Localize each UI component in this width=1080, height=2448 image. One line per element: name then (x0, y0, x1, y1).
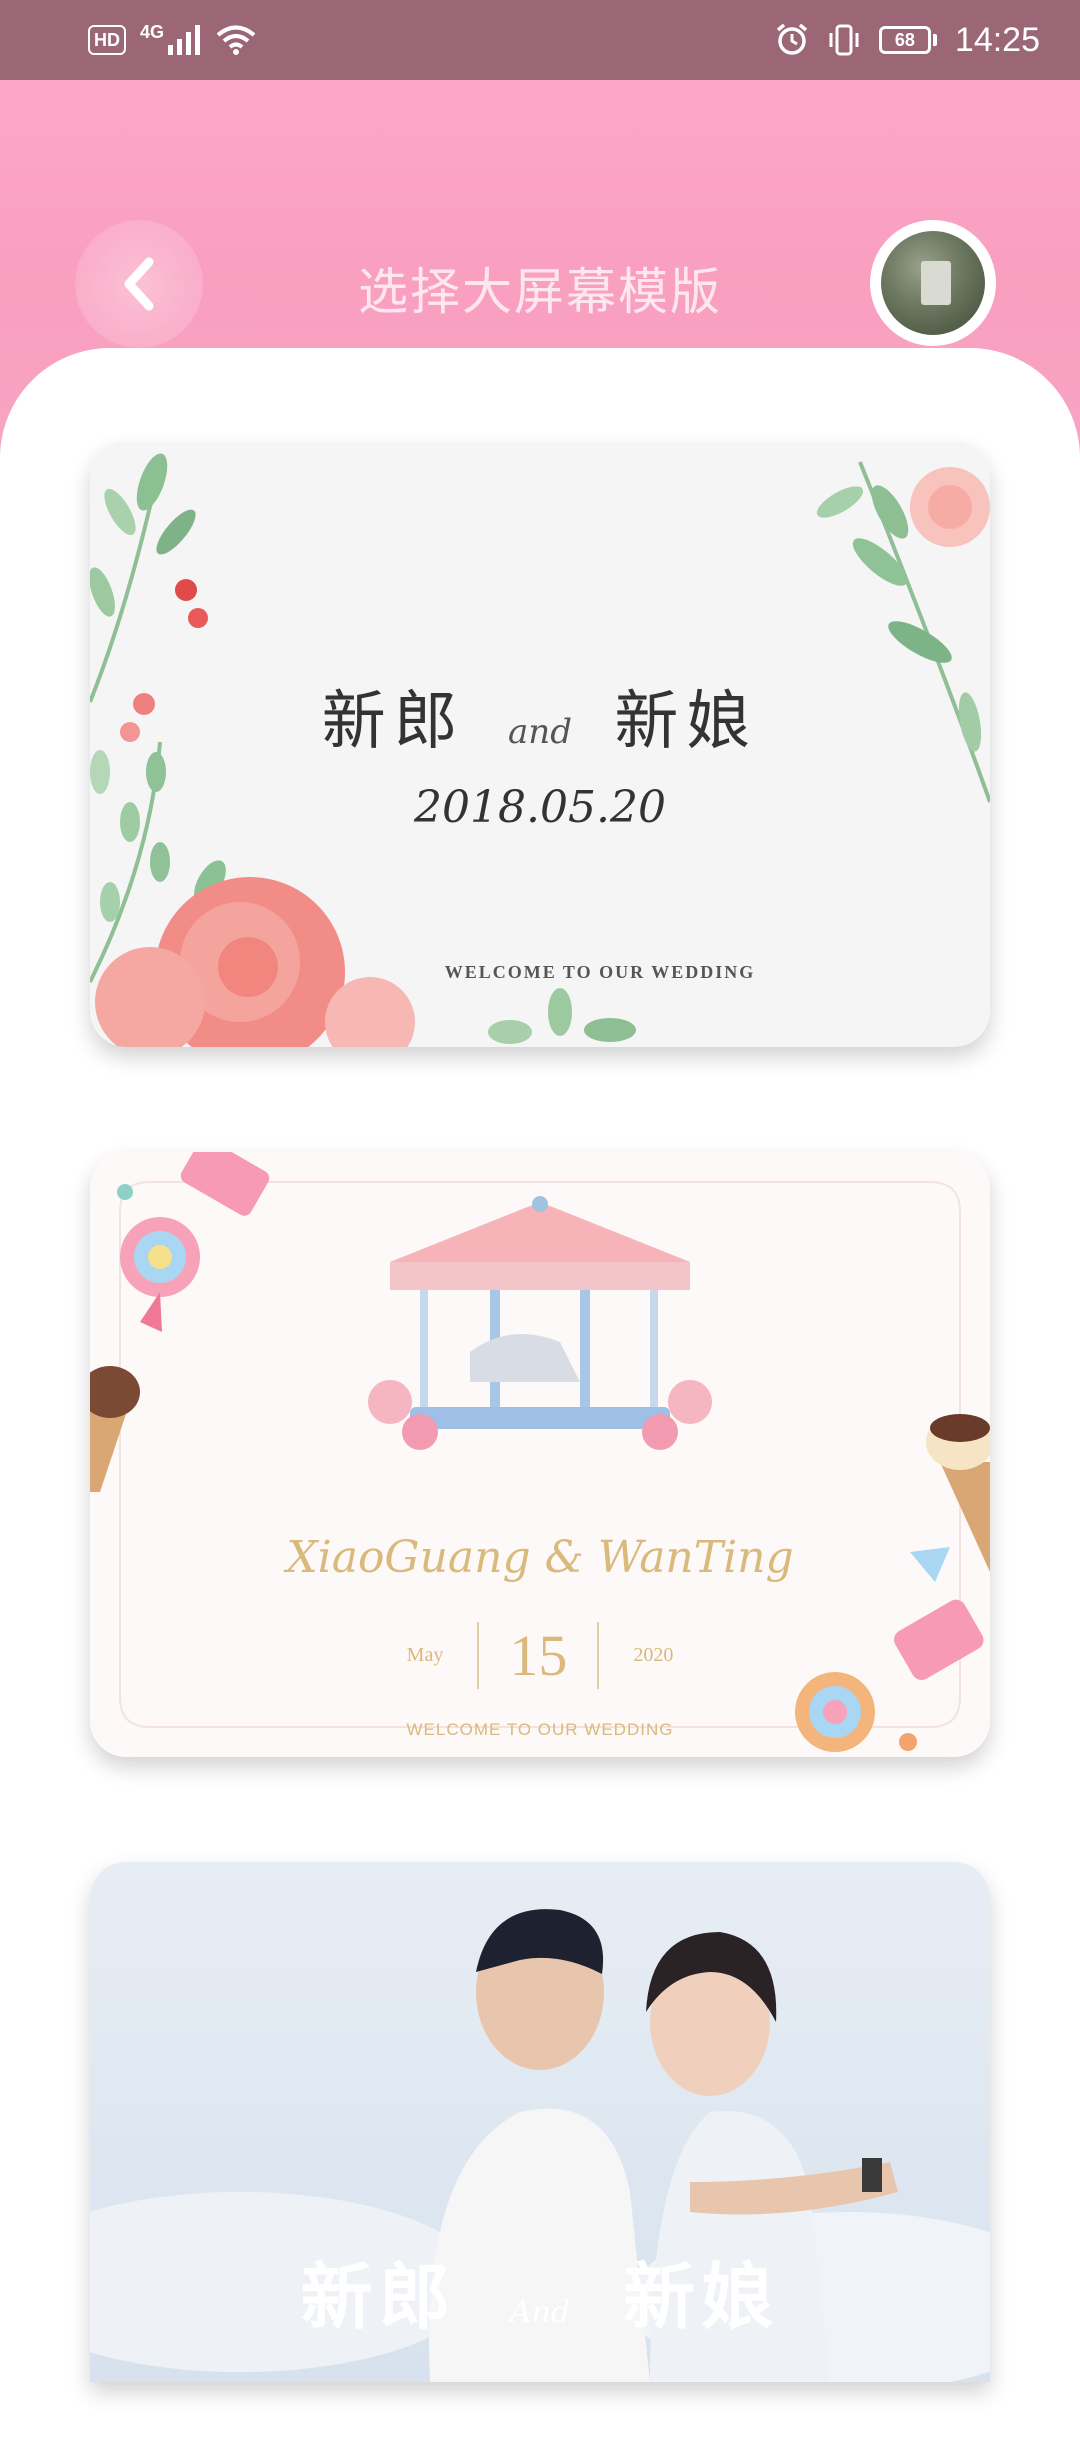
couple-names: 新郎 And 新娘 (90, 2238, 990, 2343)
template-card-floral[interactable]: 新郎 and 新娘 2018.05.20 WELCOME TO OUR WEDD… (90, 442, 990, 1047)
vibrate-icon (829, 24, 859, 56)
bride-name: 新娘 (614, 685, 759, 759)
battery-icon: 68 (878, 26, 937, 54)
network-type: 4G (140, 21, 165, 42)
date-month: May (406, 1644, 444, 1666)
couple-names: XiaoGuang & WanTing (286, 1532, 794, 1583)
signal-icon (168, 25, 201, 55)
date-day: 15 (477, 1622, 600, 1689)
battery-level: 68 (878, 26, 931, 54)
avatar-photo (881, 231, 985, 335)
and-text: and (508, 712, 572, 752)
couple-names: 新郎 and 新娘 (90, 670, 990, 762)
groom-name: 新郎 (321, 685, 466, 759)
welcome-text: WELCOME TO OUR WEDDING (444, 962, 756, 982)
clock: 14:25 (954, 20, 1040, 59)
and-text: And (509, 2295, 571, 2330)
bride-name: 新娘 (623, 2255, 780, 2339)
groom-name: 新郎 (300, 2255, 457, 2339)
welcome-text: WELCOME TO OUR WEDDING (406, 1720, 674, 1739)
wedding-date: 2018.05.20 (414, 782, 666, 833)
wifi-icon (216, 25, 256, 55)
date-year: 2020 (633, 1644, 674, 1666)
template-card-photo[interactable]: 新郎 And 新娘 (90, 1862, 990, 2382)
template-card-carousel[interactable]: XiaoGuang & WanTing May 15 2020 WELCOME … (90, 1152, 990, 1757)
alarm-icon (776, 23, 808, 55)
avatar[interactable] (870, 220, 996, 346)
wedding-date: May 15 2020 (90, 1622, 990, 1689)
status-bar: HD 4G 68 14:25 (0, 0, 1080, 80)
hd-badge: HD (88, 25, 126, 55)
